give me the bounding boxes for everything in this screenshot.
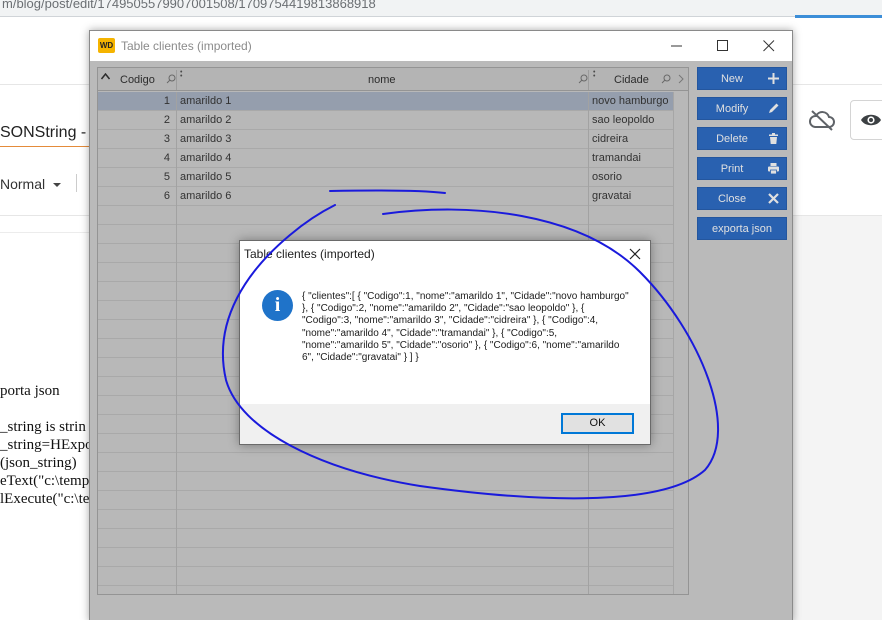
post-body-line: porta json: [0, 383, 60, 399]
post-title-fragment[interactable]: SONString -: [0, 124, 86, 142]
editor-content-divider: [0, 232, 90, 233]
info-icon: i: [262, 290, 293, 321]
dialog-title: Table clientes (imported): [244, 247, 375, 261]
eye-icon: [861, 114, 881, 126]
format-select-value: Normal: [0, 176, 46, 192]
message-dialog: Table clientes (imported) i { "clientes"…: [239, 240, 651, 445]
browser-address-bar[interactable]: m/blog/post/edit/1749505579907001508/170…: [0, 0, 882, 17]
post-body-line: lExecute("c:\te: [0, 491, 90, 507]
close-icon: [763, 40, 775, 52]
window-close-button[interactable]: [746, 31, 792, 61]
ok-button[interactable]: OK: [561, 413, 634, 434]
app-logo: WD: [98, 38, 115, 53]
post-body-line: (json_string): [0, 455, 77, 471]
post-body-line: _string is strin: [0, 419, 86, 435]
window-title: Table clientes (imported): [121, 39, 252, 53]
paragraph-format-select[interactable]: Normal: [0, 176, 62, 192]
screen: m/blog/post/edit/1749505579907001508/170…: [0, 0, 882, 620]
minimize-icon: [671, 45, 682, 47]
dialog-footer: OK: [240, 404, 650, 444]
post-body-line: _string=HExpo: [0, 437, 93, 453]
post-body-line: eText("c:\temp: [0, 473, 90, 489]
cloud-off-icon[interactable]: [808, 108, 836, 132]
post-title-underline: [0, 146, 90, 147]
editor-toolbar-divider: [0, 215, 90, 216]
toolbar-separator: [76, 174, 77, 192]
browser-url[interactable]: m/blog/post/edit/1749505579907001508/170…: [2, 0, 376, 11]
maximize-button[interactable]: [700, 31, 746, 61]
address-bar-focus-line: [795, 15, 882, 18]
close-icon[interactable]: [628, 247, 642, 261]
preview-button[interactable]: [850, 100, 882, 140]
window-titlebar[interactable]: WD Table clientes (imported): [90, 31, 792, 61]
dialog-message: { "clientes":[ { "Codigo":1, "nome":"ama…: [302, 291, 632, 364]
maximize-icon: [717, 40, 728, 51]
chevron-down-icon: [53, 183, 62, 188]
editor-side-panel: [792, 215, 882, 620]
minimize-button[interactable]: [654, 31, 700, 61]
